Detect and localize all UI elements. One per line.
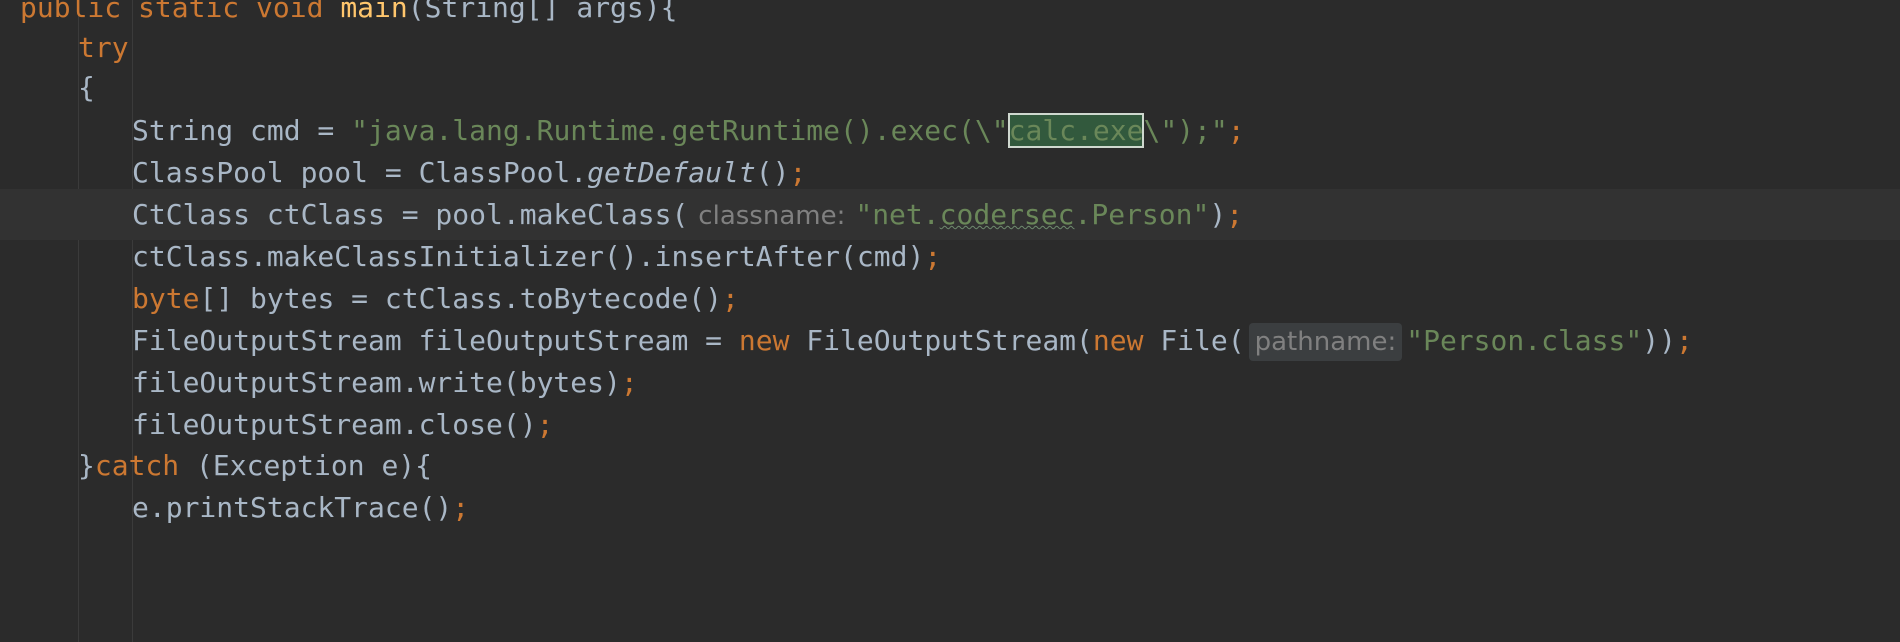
cmd-declaration: String cmd = bbox=[132, 114, 352, 147]
close-parens: )) bbox=[1642, 324, 1676, 357]
keyword-public: public bbox=[20, 0, 122, 24]
semicolon: ; bbox=[722, 282, 739, 315]
stream-declaration: FileOutputStream fileOutputStream = bbox=[132, 324, 739, 357]
method-main: main bbox=[340, 0, 408, 24]
main-params: (String[] args){ bbox=[407, 0, 678, 24]
semicolon: ; bbox=[536, 408, 554, 441]
static-call-getdefault: getDefault bbox=[587, 156, 756, 189]
semicolon: ; bbox=[924, 240, 942, 273]
semicolon: ; bbox=[452, 491, 470, 524]
print-stack-trace-call: e.printStackTrace() bbox=[132, 491, 453, 524]
pool-declaration: ClassPool pool = ClassPool. bbox=[132, 156, 588, 189]
code-editor[interactable]: public static void main(String[] args){ … bbox=[0, 0, 1900, 642]
stream-constructor: FileOutputStream( bbox=[789, 324, 1093, 357]
file-constructor: File( bbox=[1143, 324, 1245, 357]
call-parens: () bbox=[755, 156, 790, 189]
semicolon: ; bbox=[620, 366, 638, 399]
search-highlight: calc.exe bbox=[1007, 113, 1145, 148]
close-brace: } bbox=[78, 449, 95, 482]
semicolon: ; bbox=[1675, 324, 1693, 357]
close-paren: ) bbox=[1209, 198, 1227, 231]
initializer-call: ctClass.makeClassInitializer().insertAft… bbox=[132, 240, 925, 273]
keyword-new: new bbox=[1092, 324, 1144, 357]
ctclass-declaration: CtClass ctClass = pool.makeClass( bbox=[132, 198, 689, 231]
keyword-byte: byte bbox=[132, 282, 200, 315]
bytes-declaration: [] bytes = ctClass.toBytecode() bbox=[199, 282, 723, 315]
typo-word: codersec bbox=[939, 198, 1075, 231]
cmd-string-end: \");" bbox=[1143, 114, 1228, 147]
semicolon: ; bbox=[1227, 114, 1245, 147]
classname-string-end: .Person" bbox=[1074, 198, 1210, 231]
catch-clause: (Exception e){ bbox=[179, 449, 433, 482]
keyword-static: static bbox=[138, 0, 240, 24]
pathname-string: "Person.class" bbox=[1406, 324, 1643, 357]
parameter-hint-pathname: pathname: bbox=[1248, 323, 1403, 361]
parameter-hint-classname: classname: bbox=[698, 201, 846, 231]
classname-string-start: "net. bbox=[855, 198, 940, 231]
cmd-string-start: "java.lang.Runtime.getRuntime().exec(\" bbox=[351, 114, 1009, 147]
code-line-13[interactable]: e.printStackTrace(); bbox=[132, 482, 1900, 533]
close-call: fileOutputStream.close() bbox=[132, 408, 537, 441]
open-brace: { bbox=[78, 71, 95, 104]
semicolon: ; bbox=[789, 156, 807, 189]
write-call: fileOutputStream.write(bytes) bbox=[132, 366, 621, 399]
keyword-try: try bbox=[78, 31, 129, 64]
keyword-catch: catch bbox=[94, 449, 180, 482]
keyword-void: void bbox=[256, 0, 324, 24]
keyword-new: new bbox=[738, 324, 790, 357]
semicolon: ; bbox=[1226, 198, 1244, 231]
